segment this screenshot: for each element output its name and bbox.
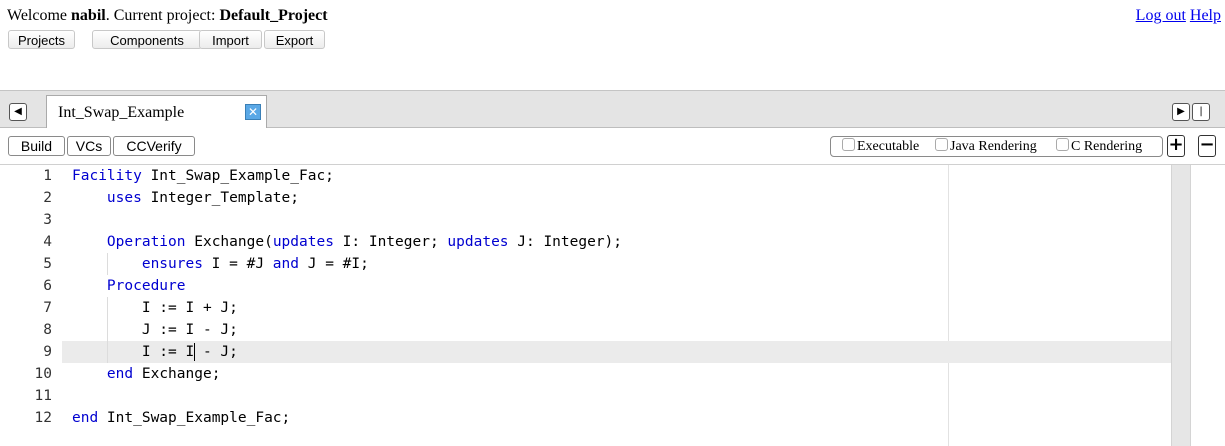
java-rendering-label: Java Rendering — [950, 139, 1037, 154]
java-rendering-checkbox[interactable] — [935, 138, 948, 151]
line-number: 8 — [43, 322, 52, 338]
text-cursor — [194, 343, 196, 361]
vcs-button[interactable]: VCs — [67, 136, 111, 156]
tab-bar: ◀ Int_Swap_Example ✕ ▶ | — [0, 90, 1225, 128]
code-text: Int_Swap_Example_Fac; — [98, 410, 291, 426]
welcome-prefix: Welcome — [7, 7, 72, 24]
project-prefix: . Current project: — [105, 7, 220, 24]
username: nabil — [71, 7, 106, 24]
code-keyword: end — [72, 410, 99, 426]
zoom-out-button[interactable]: − — [1198, 135, 1216, 157]
code-editor[interactable]: 1 2 3 4 5 6 7 8 9 10 11 12 Facility Int_Swap_Exampl… — [0, 164, 1225, 446]
code-line[interactable] — [62, 209, 1181, 231]
tab-int-swap-example[interactable]: Int_Swap_Example ✕ — [46, 95, 267, 128]
code-line[interactable]: end Int_Swap_Example_Fac; — [62, 407, 1181, 429]
line-number: 1 — [43, 168, 52, 184]
code-text: I: Integer; — [333, 234, 448, 250]
build-button[interactable]: Build — [8, 136, 65, 156]
editor-toolbar: Build VCs CCVerify Executable Java Rende… — [0, 128, 1225, 164]
code-line[interactable] — [62, 385, 1181, 407]
code-keyword: and — [272, 256, 299, 272]
header-links: Log out Help — [1132, 7, 1221, 25]
executable-label: Executable — [857, 139, 920, 154]
components-button[interactable]: Components — [92, 30, 202, 49]
code-keyword: updates — [447, 234, 509, 250]
code-keyword: Operation — [106, 234, 186, 250]
tab-label: Int_Swap_Example — [58, 104, 185, 121]
line-number: 4 — [43, 234, 52, 250]
code-text: I := I + J; — [72, 300, 238, 316]
indent-guide — [106, 253, 108, 275]
code-line[interactable]: Operation Exchange(updates I: Integer; u… — [62, 231, 1181, 253]
c-rendering-option[interactable]: C Rendering — [1056, 137, 1142, 156]
top-header: Welcome nabil. Current project: Default_… — [0, 0, 1225, 90]
c-rendering-label: C Rendering — [1071, 139, 1143, 154]
line-number: 10 — [34, 366, 52, 382]
close-tab-icon[interactable]: ✕ — [245, 104, 261, 120]
code-keyword: updates — [272, 234, 334, 250]
line-number: 12 — [34, 410, 52, 426]
code-keyword: Procedure — [106, 278, 186, 294]
c-rendering-checkbox[interactable] — [1056, 138, 1069, 151]
code-keyword: Facility — [72, 168, 142, 184]
line-number: 7 — [43, 300, 52, 316]
line-number: 3 — [43, 212, 52, 228]
code-text: J: Integer); — [508, 234, 623, 250]
line-number: 11 — [34, 388, 52, 404]
code-keyword: end — [106, 366, 134, 382]
rendering-options: Executable Java Rendering C Rendering — [830, 136, 1163, 157]
executable-checkbox[interactable] — [842, 138, 855, 151]
code-line[interactable]: uses Integer_Template; — [62, 187, 1181, 209]
ccverify-button[interactable]: CCVerify — [113, 136, 195, 156]
vertical-scrollbar[interactable] — [1171, 165, 1191, 446]
welcome-text: Welcome nabil. Current project: Default_… — [7, 7, 328, 25]
code-text: J = #I; — [299, 256, 369, 272]
line-number: 5 — [43, 256, 52, 272]
code-line[interactable]: end Exchange; — [62, 363, 1181, 385]
code-text: I := I - J; — [72, 344, 238, 360]
line-number: 6 — [43, 278, 52, 294]
code-area[interactable]: Facility Int_Swap_Example_Fac; uses Inte… — [62, 165, 1181, 446]
code-text: I = #J — [202, 256, 273, 272]
indent-guide — [106, 297, 108, 363]
code-line[interactable]: J := I - J; — [62, 319, 1181, 341]
projects-button[interactable]: Projects — [8, 30, 75, 49]
code-line[interactable]: ensures I = #J and J = #I; — [62, 253, 1181, 275]
code-text: Exchange; — [133, 366, 221, 382]
current-project-name: Default_Project — [219, 7, 328, 24]
export-button[interactable]: Export — [264, 30, 325, 49]
code-keyword: uses — [106, 190, 142, 206]
code-line[interactable]: I := I - J; — [62, 341, 1181, 363]
import-button[interactable]: Import — [199, 30, 262, 49]
code-line[interactable]: I := I + J; — [62, 297, 1181, 319]
line-number-gutter: 1 2 3 4 5 6 7 8 9 10 11 12 — [0, 165, 62, 446]
line-number: 9 — [43, 344, 52, 360]
code-line[interactable]: Facility Int_Swap_Example_Fac; — [62, 165, 1181, 187]
logout-link[interactable]: Log out — [1136, 7, 1186, 24]
code-text: Exchange( — [185, 234, 273, 250]
zoom-in-button[interactable]: + — [1167, 135, 1185, 157]
executable-option[interactable]: Executable — [842, 137, 919, 156]
code-text: Int_Swap_Example_Fac; — [141, 168, 334, 184]
code-line[interactable]: Procedure — [62, 275, 1181, 297]
tab-scroll-right-icon[interactable]: ▶ — [1172, 103, 1190, 121]
tab-scroll-left-icon[interactable]: ◀ — [9, 103, 27, 121]
code-keyword: ensures — [141, 256, 203, 272]
line-number: 2 — [43, 190, 52, 206]
code-text: J := I - J; — [72, 322, 238, 338]
tab-scroll-end-icon[interactable]: | — [1192, 103, 1210, 121]
help-link[interactable]: Help — [1190, 7, 1221, 24]
java-rendering-option[interactable]: Java Rendering — [935, 137, 1037, 156]
code-text: Integer_Template; — [141, 190, 299, 206]
